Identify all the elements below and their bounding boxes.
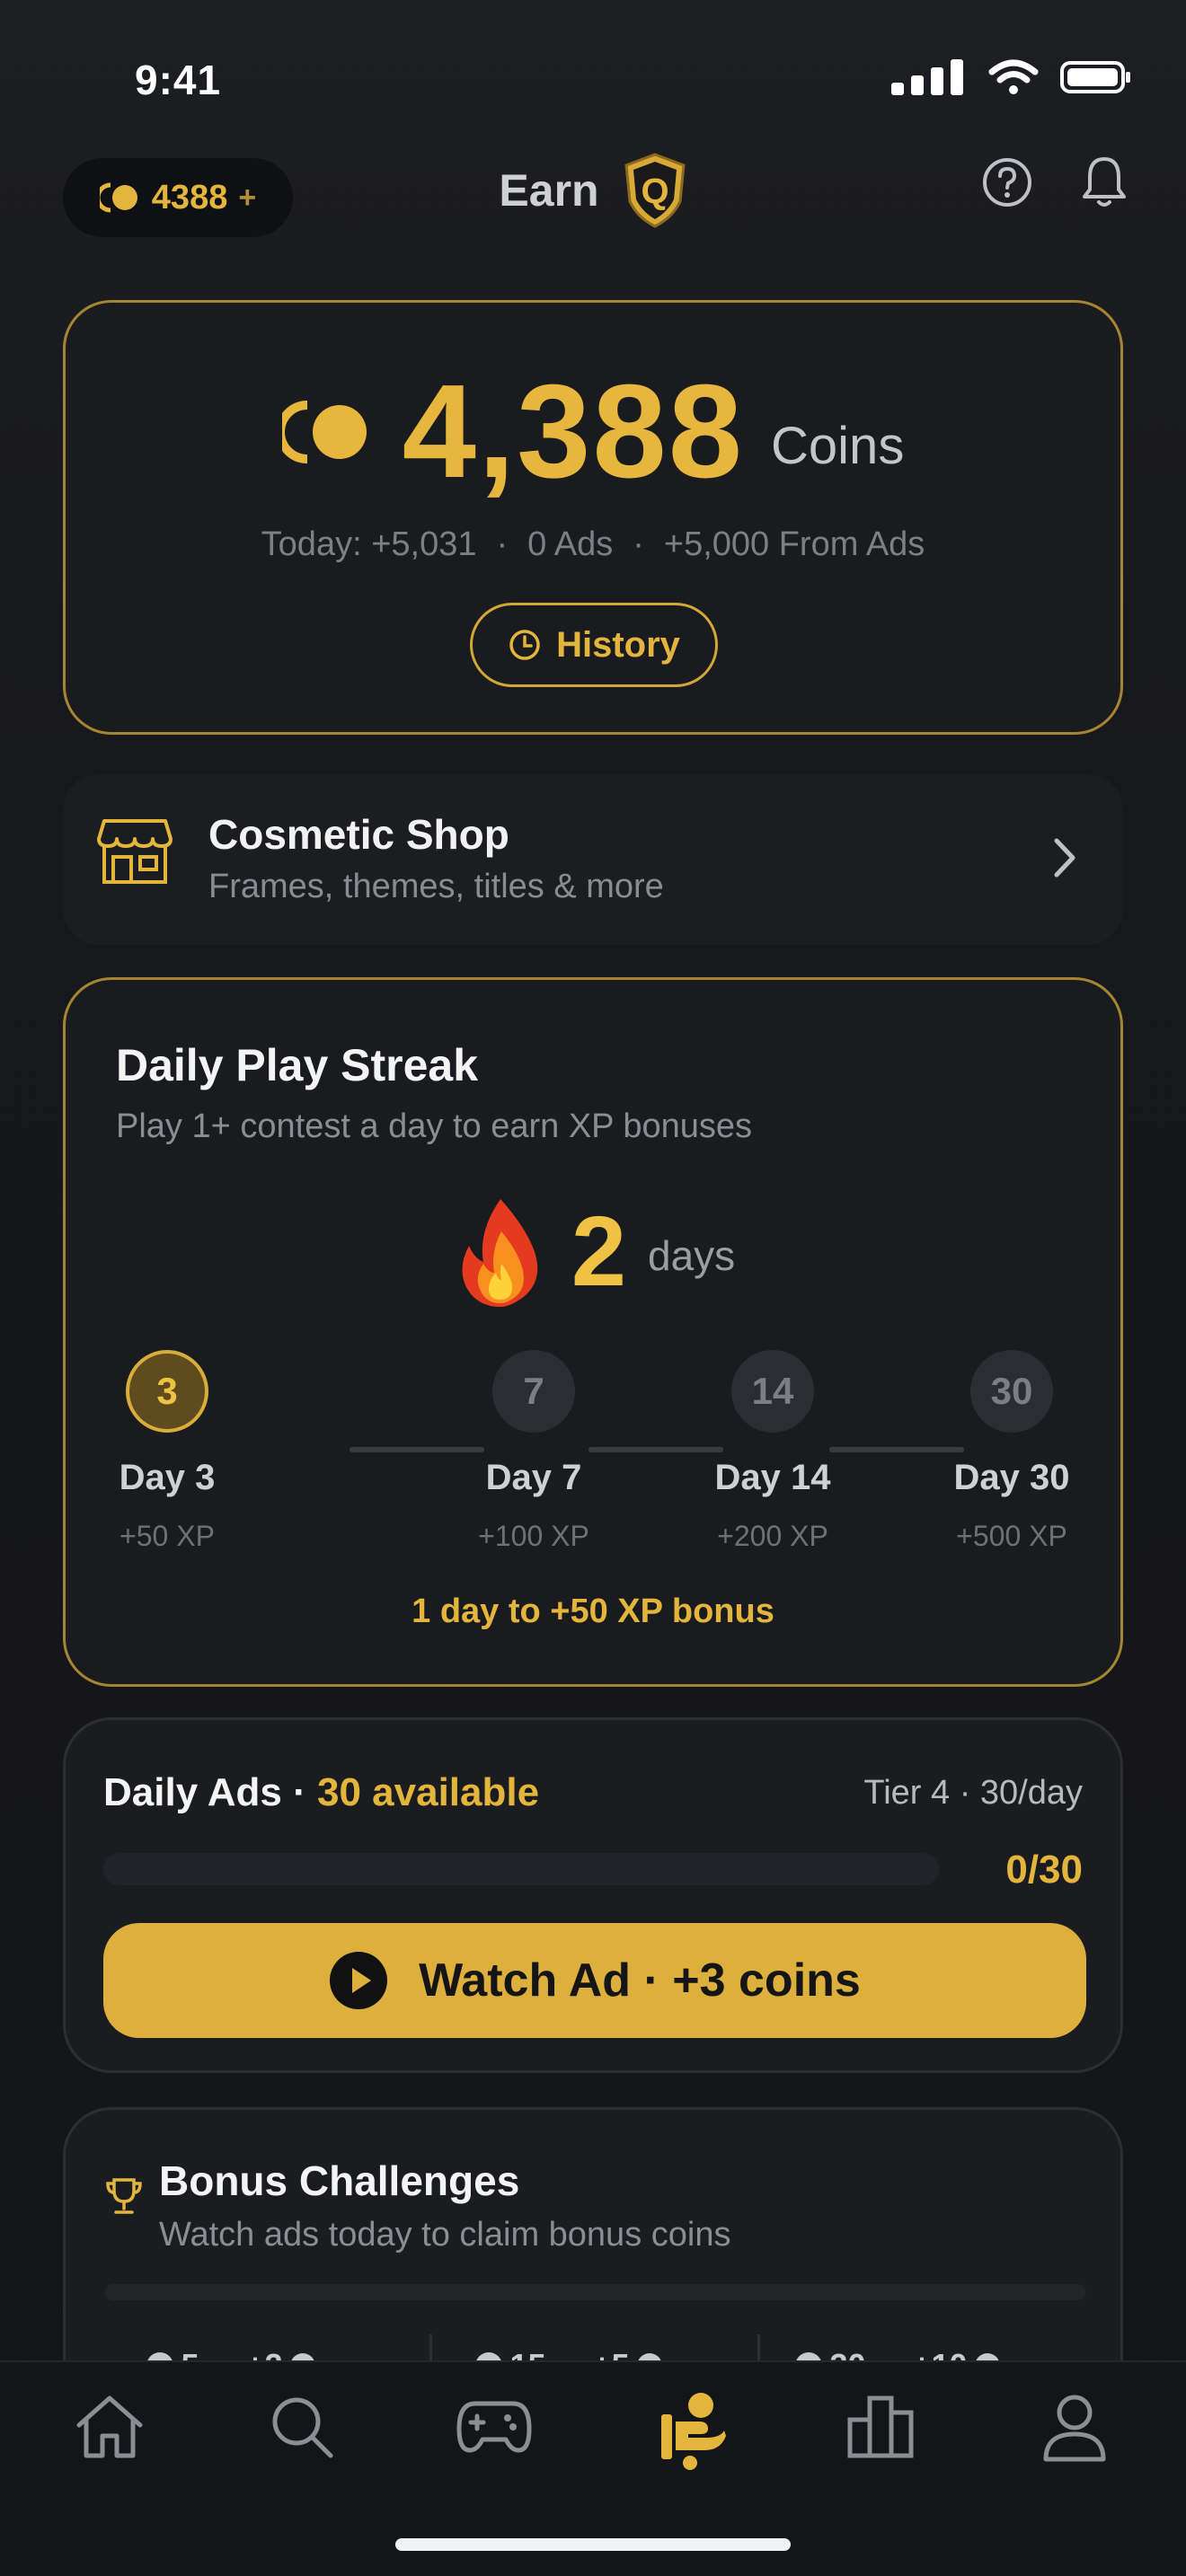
status-time: 9:41	[135, 57, 222, 103]
svg-text:Q: Q	[641, 172, 668, 211]
balance-summary: Today: +5,031 · 0 Ads · +5,000 From Ads	[66, 525, 1120, 564]
ads-title-label: Daily Ads ·	[103, 1770, 317, 1814]
ads-count: 0 Ads	[527, 525, 614, 563]
home-indicator[interactable]	[395, 2538, 791, 2551]
fire-icon	[462, 1199, 538, 1307]
history-label: History	[556, 624, 680, 665]
streak-subtitle: Play 1+ contest a day to earn XP bonuses	[116, 1107, 753, 1145]
balance-card: 4,388 Coins Today: +5,031 · 0 Ads · +5,0…	[63, 300, 1123, 735]
tab-leaderboard[interactable]	[836, 2382, 925, 2472]
ads-available: 30 available	[316, 1770, 540, 1814]
trophy-icon	[106, 2178, 142, 2214]
profile-icon	[1043, 2395, 1106, 2462]
coin-large-icon	[281, 401, 367, 463]
milestone-day-label: Day 14	[714, 1458, 831, 1497]
milestone-badge: 7	[492, 1350, 575, 1433]
milestone-day-7: 7 Day 7 +100 XP	[448, 1350, 619, 1553]
earn-icon	[661, 2393, 726, 2459]
cosmetic-shop-row[interactable]: Cosmetic Shop Frames, themes, titles & m…	[63, 774, 1123, 945]
milestone-day-14: 14 Day 14 +200 XP	[687, 1350, 858, 1553]
balance-row: 4,388 Coins	[66, 366, 1120, 498]
milestone-xp-label: +200 XP	[717, 1520, 828, 1552]
streak-days-value: 2	[571, 1196, 626, 1307]
watch-ad-label: Watch Ad · +3 coins	[419, 1954, 861, 2007]
milestone-day-3: 3 Day 3 +50 XP	[82, 1350, 252, 1553]
history-button[interactable]: History	[470, 603, 718, 687]
milestone-day-30: 30 Day 30 +500 XP	[926, 1350, 1097, 1553]
milestone-badge: 14	[731, 1350, 814, 1433]
search-icon	[272, 2397, 333, 2458]
milestone-day-label: Day 3	[119, 1458, 216, 1497]
watch-ad-button[interactable]: Watch Ad · +3 coins	[103, 1923, 1086, 2038]
milestone-xp-label: +500 XP	[956, 1520, 1067, 1552]
milestone-xp-label: +50 XP	[119, 1520, 215, 1552]
shop-title: Cosmetic Shop	[208, 811, 509, 858]
status-icons	[891, 59, 1132, 95]
gamepad-icon	[456, 2401, 532, 2453]
wifi-icon	[988, 59, 1039, 94]
chevron-right-icon	[1054, 838, 1075, 878]
separator: ·	[633, 525, 644, 563]
leaderboard-icon	[847, 2395, 914, 2458]
brand-logo-icon: Q	[624, 153, 686, 228]
store-icon	[97, 819, 173, 884]
shop-subtitle: Frames, themes, titles & more	[208, 868, 664, 905]
bonus-progress-bar	[105, 2284, 1086, 2300]
bell-icon	[1083, 157, 1126, 207]
ads-tier: Tier 4 · 30/day	[863, 1774, 1083, 1812]
streak-next-bonus: 1 day to +50 XP bonus	[412, 1592, 774, 1630]
page-title: Earn	[499, 165, 599, 216]
daily-streak-card: Daily Play Streak Play 1+ contest a day …	[63, 977, 1123, 1687]
ads-progress-bar	[103, 1853, 939, 1885]
play-icon	[330, 1952, 388, 2009]
daily-ads-card: Daily Ads · 30 available Tier 4 · 30/day…	[63, 1717, 1123, 2073]
milestone-xp-label: +100 XP	[478, 1520, 589, 1552]
balance-amount: 4,388	[402, 357, 745, 506]
tab-games[interactable]	[449, 2382, 539, 2472]
bonus-title: Bonus Challenges	[159, 2157, 520, 2204]
ads-progress-count: 0/30	[1005, 1848, 1083, 1892]
streak-title: Daily Play Streak	[116, 1040, 479, 1090]
clock-icon	[509, 630, 540, 660]
separator: ·	[496, 525, 509, 563]
help-button[interactable]	[976, 151, 1039, 214]
active-tab-indicator	[683, 2456, 697, 2470]
cellular-signal-icon	[891, 59, 963, 95]
from-ads-earnings: +5,000 From Ads	[663, 525, 925, 563]
streak-days-unit: days	[648, 1232, 736, 1279]
today-earnings: Today: +5,031	[261, 525, 477, 563]
home-icon	[76, 2395, 143, 2458]
ads-title: Daily Ads · 30 available	[103, 1770, 539, 1815]
milestone-badge: 30	[970, 1350, 1053, 1433]
battery-icon	[1060, 61, 1130, 93]
balance-unit: Coins	[771, 416, 905, 475]
streak-count: 2 days	[66, 1195, 1120, 1309]
tab-search[interactable]	[257, 2382, 347, 2472]
milestone-badge: 3	[126, 1350, 208, 1433]
notifications-button[interactable]	[1073, 151, 1136, 214]
milestone-day-label: Day 30	[953, 1458, 1070, 1497]
tab-home[interactable]	[65, 2382, 155, 2472]
bonus-subtitle: Watch ads today to claim bonus coins	[159, 2216, 731, 2254]
help-icon	[983, 158, 1031, 207]
milestone-day-label: Day 7	[485, 1458, 582, 1497]
tab-profile[interactable]	[1030, 2382, 1120, 2472]
